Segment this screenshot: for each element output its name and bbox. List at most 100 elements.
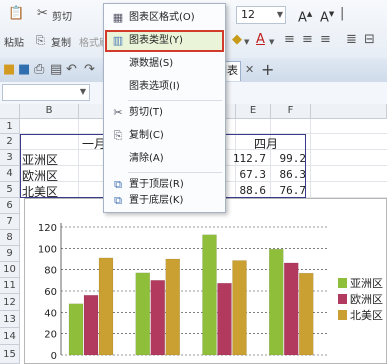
bar — [299, 272, 314, 356]
row-header[interactable]: 7 — [0, 214, 20, 230]
redo-icon[interactable]: ↷ — [84, 63, 95, 77]
bar — [150, 280, 165, 356]
bar — [83, 295, 99, 356]
scissors-icon[interactable]: ✂ — [37, 7, 48, 21]
chart-area-format-icon: ▦ — [112, 11, 124, 24]
region-cell[interactable]: 亚洲区 — [22, 151, 58, 168]
row-header[interactable]: 14 — [0, 328, 20, 345]
row-header[interactable]: 1 — [0, 119, 20, 134]
justify-icon[interactable]: ≣ — [346, 33, 357, 47]
y-tick-label: 0 — [51, 351, 57, 362]
y-tick-label: 20 — [44, 330, 57, 341]
copy-icon[interactable]: ⎘ — [36, 34, 45, 48]
value-cell[interactable]: 112.7 — [226, 152, 266, 165]
menu-item-cut[interactable]: ✂ 剪切(T) — [105, 102, 224, 124]
close-icon[interactable]: ✕ — [245, 63, 254, 76]
decrease-font-icon[interactable]: A▼ — [320, 7, 334, 25]
print-icon[interactable]: ⎙ — [34, 63, 44, 77]
chevron-down-icon: ▼ — [79, 87, 86, 96]
row-header[interactable]: 3 — [0, 150, 20, 166]
row-header[interactable]: 4 — [0, 166, 20, 182]
row-header[interactable]: 13 — [0, 311, 20, 328]
y-tick-label: 60 — [44, 287, 57, 298]
row-header[interactable]: 12 — [0, 294, 20, 311]
chevron-down-icon[interactable]: ▼ — [244, 35, 249, 49]
value-cell[interactable]: 99.2 — [268, 152, 307, 165]
bar — [98, 257, 114, 356]
chart-canvas: 0 20 40 60 80 100 120 亚洲区欧洲区北美区 — [38, 223, 383, 362]
bar — [269, 248, 284, 356]
add-tab-icon[interactable]: + — [261, 60, 274, 79]
select-all-corner[interactable] — [0, 104, 20, 119]
name-box[interactable]: ▼ — [2, 84, 90, 101]
region-cell[interactable]: 欧洲区 — [22, 167, 58, 184]
cut-button[interactable]: 剪切 — [52, 8, 72, 23]
row-header[interactable]: 11 — [0, 278, 20, 294]
menu-item-copy[interactable]: ⎘ 复制(C) — [105, 125, 224, 147]
row-header[interactable]: 6 — [0, 198, 20, 214]
legend-label: 欧洲区 — [350, 293, 383, 306]
menu-item-clear[interactable]: 清除(A) — [105, 148, 224, 170]
y-tick-label: 120 — [38, 223, 57, 234]
menu-item-send-to-back[interactable]: ⧉ 置于底层(K) — [105, 190, 224, 212]
align-left-icon[interactable]: ≡ — [284, 33, 295, 47]
row-header[interactable]: 15 — [0, 345, 20, 364]
paste-icon[interactable]: 📋 — [8, 7, 24, 21]
chevron-down-icon: ▼ — [276, 10, 283, 19]
column-header-g[interactable] — [311, 104, 387, 119]
bar — [232, 260, 247, 356]
menu-item-label: 复制(C) — [129, 130, 164, 141]
open-folder-icon[interactable]: ■ — [3, 63, 15, 77]
row-header[interactable]: 8 — [0, 230, 20, 246]
chevron-down-icon[interactable]: ▼ — [269, 35, 274, 49]
fill-color-icon[interactable]: ◆ — [232, 33, 242, 47]
header-cell-april[interactable]: 四月 — [254, 135, 278, 152]
divider-icon: | — [340, 6, 345, 21]
distributed-icon[interactable]: ⊟ — [364, 33, 375, 47]
align-center-icon[interactable]: ≡ — [302, 33, 313, 47]
bar — [202, 234, 217, 356]
legend-swatch — [338, 278, 347, 288]
column-header-f[interactable]: F — [271, 104, 311, 119]
undo-icon[interactable]: ↶ — [66, 63, 77, 77]
value-cell[interactable]: 76.7 — [268, 184, 307, 197]
row-header[interactable]: 9 — [0, 246, 20, 262]
row-header[interactable]: 5 — [0, 182, 20, 198]
bar — [284, 262, 299, 356]
paste-button[interactable]: 粘贴 — [4, 34, 24, 49]
menu-item-label: 清除(A) — [129, 153, 164, 164]
align-right-icon[interactable]: ≡ — [320, 33, 331, 47]
font-size-select[interactable]: 12 ▼ — [236, 6, 286, 24]
value-cell[interactable]: 86.3 — [268, 168, 307, 181]
menu-item-label: 图表区格式(O) — [129, 12, 195, 23]
embedded-chart[interactable]: 0 20 40 60 80 100 120 亚洲区 欧洲区 北美区 — [24, 198, 387, 364]
row-header[interactable]: 2 — [0, 134, 20, 150]
legend-label: 北美区 — [350, 309, 383, 322]
row-header[interactable]: 10 — [0, 262, 20, 278]
print-preview-icon[interactable]: ▤ — [50, 63, 62, 77]
send-to-back-icon: ⧉ — [114, 194, 122, 207]
column-header-e[interactable]: E — [236, 104, 271, 119]
increase-font-icon[interactable]: A▲ — [298, 7, 312, 25]
menu-item-label: 图表选项(I) — [129, 81, 180, 92]
value-cell[interactable]: 88.6 — [226, 184, 267, 197]
font-color-icon[interactable]: A — [256, 33, 265, 47]
value-cell[interactable]: 67.3 — [226, 168, 267, 181]
copy-button[interactable]: 复制 — [51, 34, 71, 49]
save-icon[interactable]: ■ — [18, 63, 30, 77]
column-header-b[interactable]: B — [20, 104, 79, 119]
menu-item-label: 置于底层(K) — [129, 195, 184, 206]
chart-type-icon: ▥ — [112, 34, 124, 47]
bar — [217, 282, 232, 356]
legend-swatch — [338, 310, 347, 320]
menu-item-chart-area-format[interactable]: ▦ 图表区格式(O) — [105, 7, 224, 29]
menu-item-chart-type[interactable]: ▥ 图表类型(Y) — [105, 30, 224, 52]
menu-separator — [128, 100, 222, 101]
legend-swatch — [338, 294, 347, 304]
context-menu: ▦ 图表区格式(O) ▥ 图表类型(Y) 源数据(S) 图表选项(I) ✂ 剪切… — [103, 3, 226, 213]
menu-item-source-data[interactable]: 源数据(S) — [105, 53, 224, 75]
y-tick-label: 80 — [44, 266, 57, 277]
font-size-value: 12 — [241, 8, 255, 21]
bar — [135, 272, 150, 356]
menu-item-chart-options[interactable]: 图表选项(I) — [105, 76, 224, 98]
